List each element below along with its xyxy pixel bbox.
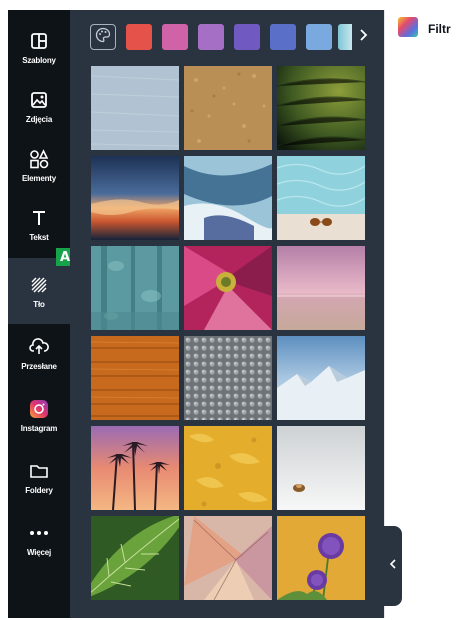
- color-swatch[interactable]: [198, 24, 224, 50]
- background-pattern-icon: [28, 274, 50, 296]
- sidebar-item-szablony[interactable]: Szablony: [8, 14, 70, 80]
- sidebar-item-label: Instagram: [20, 423, 58, 433]
- sidebar-item-label: Szablony: [22, 55, 56, 65]
- color-swatch[interactable]: [162, 24, 188, 50]
- sidebar-nav: Szablony Zdjęcia Elementy Tekst Tło Prze…: [8, 10, 70, 618]
- background-thumbnail[interactable]: [277, 336, 365, 420]
- cloud-upload-icon: [28, 336, 50, 358]
- swatch-next-button[interactable]: [352, 24, 374, 50]
- color-swatch[interactable]: [234, 24, 260, 50]
- color-palette-button[interactable]: [90, 24, 116, 50]
- image-icon: [28, 89, 50, 111]
- sidebar-item-label: Foldery: [25, 485, 53, 495]
- background-thumbnail[interactable]: [277, 426, 365, 510]
- sidebar-item-wiecej[interactable]: Więcej: [8, 506, 70, 572]
- sidebar-item-tlo[interactable]: Tło: [8, 258, 70, 324]
- background-thumbnail[interactable]: [91, 66, 179, 150]
- instagram-icon: [28, 398, 50, 420]
- color-swatch-row: [70, 24, 384, 50]
- sidebar-item-przeslane[interactable]: Przesłane: [8, 320, 70, 386]
- background-thumbnail[interactable]: [91, 246, 179, 330]
- chevron-left-icon: [389, 557, 397, 575]
- sidebar-item-label: Tekst: [29, 232, 49, 242]
- background-thumbnail[interactable]: [91, 516, 179, 600]
- shapes-icon: [28, 148, 50, 170]
- background-thumbnail[interactable]: [277, 66, 365, 150]
- folder-icon: [28, 460, 50, 482]
- color-swatch[interactable]: [270, 24, 296, 50]
- background-thumbnail[interactable]: [277, 156, 365, 240]
- background-thumbnail[interactable]: [184, 66, 272, 150]
- background-thumbnail[interactable]: [91, 426, 179, 510]
- background-thumbnail[interactable]: [184, 336, 272, 420]
- background-thumbnail[interactable]: [277, 246, 365, 330]
- background-thumbnail[interactable]: [91, 336, 179, 420]
- backgrounds-panel: [70, 10, 384, 618]
- sidebar-item-foldery[interactable]: Foldery: [8, 444, 70, 510]
- palette-icon: [95, 27, 111, 48]
- sidebar-item-zdjecia[interactable]: Zdjęcia: [8, 73, 70, 139]
- gradient-swatch[interactable]: [338, 24, 352, 50]
- color-swatch[interactable]: [306, 24, 332, 50]
- sidebar-item-label: Elementy: [22, 173, 56, 183]
- chevron-right-icon: [358, 28, 368, 47]
- sidebar-item-elementy[interactable]: Elementy: [8, 132, 70, 198]
- color-filter-icon: [398, 16, 418, 42]
- background-thumbnail[interactable]: [277, 516, 365, 600]
- sidebar-item-label: Więcej: [26, 547, 52, 557]
- sidebar-item-label: Tło: [33, 299, 45, 309]
- sidebar-item-label: Przesłane: [21, 361, 57, 371]
- background-thumbnail[interactable]: [184, 246, 272, 330]
- editor-app: Szablony Zdjęcia Elementy Tekst Tło Prze…: [0, 0, 464, 620]
- text-icon: [28, 207, 50, 229]
- background-thumbnail[interactable]: [91, 156, 179, 240]
- filter-label: Filtr: [428, 22, 451, 36]
- sidebar-item-label: Zdjęcia: [25, 114, 53, 124]
- more-dots-icon: [28, 522, 50, 544]
- background-thumbnail[interactable]: [184, 516, 272, 600]
- background-thumbnail[interactable]: [184, 426, 272, 510]
- collapse-panel-button[interactable]: [384, 526, 402, 606]
- filter-button[interactable]: Filtr: [398, 16, 451, 42]
- sidebar-item-instagram[interactable]: Instagram: [8, 382, 70, 448]
- color-swatch[interactable]: [126, 24, 152, 50]
- template-icon: [28, 30, 50, 52]
- background-thumbnail[interactable]: [184, 156, 272, 240]
